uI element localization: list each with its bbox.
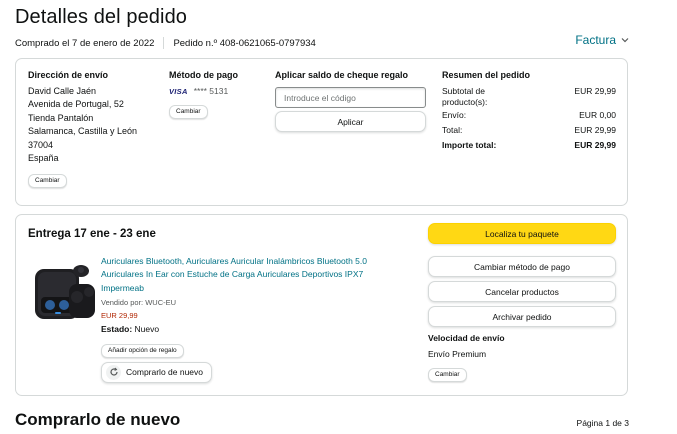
archive-order-button[interactable]: Archivar pedido xyxy=(428,306,616,327)
summary-value: EUR 29,99 xyxy=(574,140,616,150)
buy-again-button[interactable]: Comprarlo de nuevo xyxy=(101,361,213,383)
change-address-button[interactable]: Cambiar xyxy=(28,174,67,189)
pagination: Página 1 de 3 xyxy=(576,418,629,428)
refresh-icon xyxy=(106,364,121,380)
summary-label: Total: xyxy=(442,125,463,135)
buy-again-section-title: Comprarlo de nuevo xyxy=(15,410,181,429)
payment-title: Método de pago xyxy=(169,70,238,80)
address-line: España xyxy=(28,153,59,164)
order-summary-card: Dirección de envío David Calle Jaén Aven… xyxy=(15,58,628,206)
summary-row-total: Total: EUR 29,99 xyxy=(442,125,616,136)
order-number: Pedido n.º 408-0621065-0797934 xyxy=(173,37,316,49)
summary-label: Envío: xyxy=(442,110,467,120)
card-number: **** 5131 xyxy=(193,86,229,96)
address-line: Avenida de Portugal, 52 xyxy=(28,99,124,110)
summary-row-grand-total: Importe total: EUR 29,99 xyxy=(442,140,616,151)
product-info: Auriculares Bluetooth, Auriculares Auric… xyxy=(101,255,406,383)
summary-value: EUR 29,99 xyxy=(574,125,616,135)
shipping-speed-value: Envío Premium xyxy=(428,349,487,359)
summary-title: Resumen del pedido xyxy=(442,70,531,80)
product-price: EUR 29,99 xyxy=(101,310,138,320)
product-image[interactable] xyxy=(29,257,99,327)
shipping-speed-title: Velocidad de envío xyxy=(428,333,505,343)
meta-divider xyxy=(163,37,165,49)
product-title-link[interactable]: Auriculares Bluetooth, Auriculares Auric… xyxy=(101,255,406,295)
gift-code-input[interactable] xyxy=(275,87,426,108)
address-line: David Calle Jaén xyxy=(28,86,97,96)
shipping-address: Dirección de envío David Calle Jaén Aven… xyxy=(28,70,137,189)
change-payment-method-button[interactable]: Cambiar método de pago xyxy=(428,256,616,277)
apply-button[interactable]: Aplicar xyxy=(275,111,426,132)
buy-again-label: Comprarlo de nuevo xyxy=(126,367,204,378)
address-line: Salamanca, Castilla y León xyxy=(28,126,138,137)
summary-row-shipping: Envío: EUR 0,00 xyxy=(442,110,616,121)
order-date: Comprado el 7 de enero de 2022 xyxy=(15,37,155,49)
order-summary: Resumen del pedido Subtotal de producto(… xyxy=(442,70,616,151)
status-value: Nuevo xyxy=(134,323,160,334)
payment-method: Método de pago VISA **** 5131 Cambiar xyxy=(169,70,238,119)
product-status: Estado: Nuevo xyxy=(101,324,406,334)
delivery-card: Entrega 17 ene - 23 ene Auriculares Blue… xyxy=(15,214,628,396)
order-meta: Comprado el 7 de enero de 2022 Pedido n.… xyxy=(15,37,316,49)
invoice-dropdown[interactable]: Factura xyxy=(575,33,629,47)
visa-card-icon: VISA xyxy=(169,86,188,96)
gift-cheque-section: Aplicar saldo de cheque regalo Aplicar xyxy=(275,70,426,132)
delivery-actions: Localiza tu paquete Cambiar método de pa… xyxy=(428,223,616,382)
address-lines: David Calle Jaén Avenida de Portugal, 52… xyxy=(28,85,137,165)
shipping-title: Dirección de envío xyxy=(28,70,109,80)
summary-value: EUR 0,00 xyxy=(579,110,616,120)
summary-label: Importe total: xyxy=(442,140,497,150)
status-label: Estado: xyxy=(101,323,133,334)
summary-row-subtotal: Subtotal de producto(s): EUR 29,99 xyxy=(442,86,616,108)
chevron-down-icon xyxy=(621,36,629,45)
gift-cheque-title: Aplicar saldo de cheque regalo xyxy=(275,70,409,80)
change-shipping-speed-button[interactable]: Cambiar xyxy=(428,368,467,382)
track-package-button[interactable]: Localiza tu paquete xyxy=(428,223,616,244)
delivery-title: Entrega 17 ene - 23 ene xyxy=(28,228,156,240)
invoice-label: Factura xyxy=(575,33,616,47)
seller: Vendido por: WUC-EU xyxy=(101,297,177,307)
summary-value: EUR 29,99 xyxy=(574,86,616,96)
cancel-items-button[interactable]: Cancelar productos xyxy=(428,281,616,302)
address-line: 37004 xyxy=(28,139,54,150)
card-row: VISA **** 5131 xyxy=(169,86,238,96)
address-line: Tienda Pantalón xyxy=(28,112,94,123)
page-title: Detalles del pedido xyxy=(15,6,188,28)
change-payment-button[interactable]: Cambiar xyxy=(169,105,208,119)
add-gift-option-button[interactable]: Añadir opción de regalo xyxy=(101,343,184,358)
summary-label: Subtotal de producto(s): xyxy=(442,86,488,107)
